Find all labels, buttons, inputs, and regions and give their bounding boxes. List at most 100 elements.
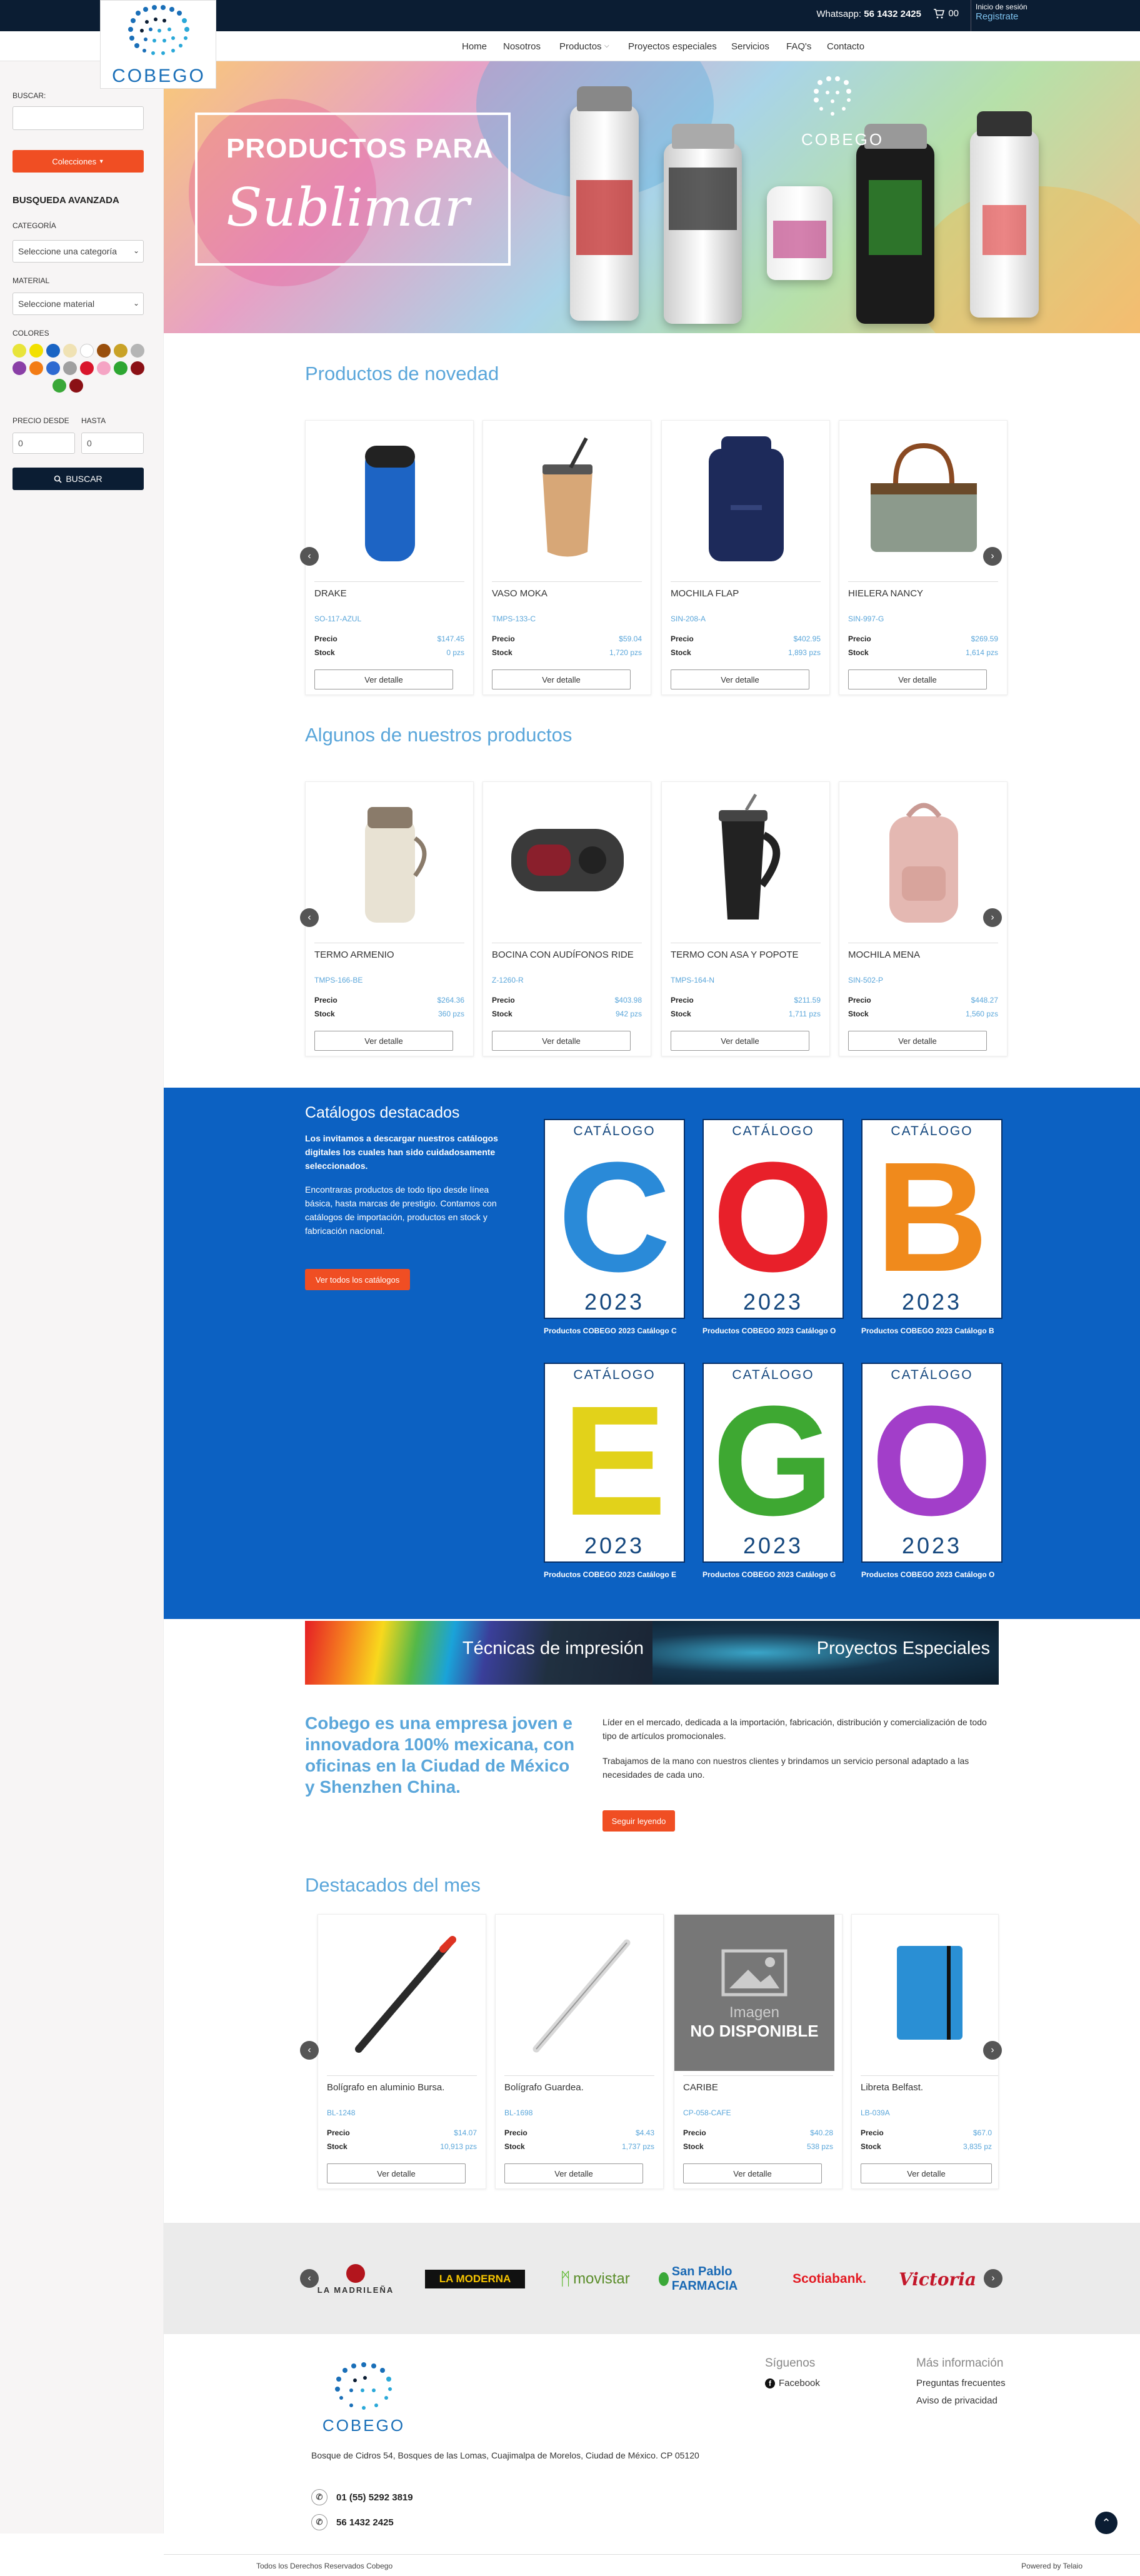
carousel-next-button[interactable]: › [983,2041,1002,2060]
color-swatch[interactable] [12,344,26,358]
footer-whatsapp[interactable]: ✆ 56 1432 2425 [311,2514,394,2530]
view-detail-button[interactable]: Ver detalle [504,2163,643,2183]
product-sku[interactable]: BL-1248 [327,2108,355,2117]
view-detail-button[interactable]: Ver detalle [327,2163,466,2183]
login-link[interactable]: Inicio de sesión [976,3,1028,12]
product-sku[interactable]: BL-1698 [504,2108,532,2117]
color-swatch[interactable] [131,361,144,375]
carousel-prev-button[interactable]: ‹ [300,2269,319,2288]
register-link[interactable]: Registrate [976,12,1028,21]
color-swatch[interactable] [114,361,128,375]
view-detail-button[interactable]: Ver detalle [671,1031,809,1051]
view-detail-button[interactable]: Ver detalle [492,1031,631,1051]
product-sku[interactable]: SIN-997-G [848,614,884,623]
powered-by-link[interactable]: Powered by Telaio [1021,2562,1082,2570]
search-button[interactable]: BUSCAR [12,468,144,490]
footer-phone[interactable]: ✆ 01 (55) 5292 3819 [311,2489,413,2505]
nav-servicios[interactable]: Servicios [731,41,769,52]
special-projects-banner[interactable]: Proyectos Especiales [652,1621,999,1685]
brand-logo-sanpablo[interactable]: San Pablo FARMACIA [659,2260,765,2298]
catalog-caption[interactable]: Productos COBEGO 2023 Catálogo O [702,1326,844,1335]
product-card[interactable]: MOCHILA FLAP SIN-208-A Precio $402.95 Sto… [661,420,830,695]
product-card[interactable]: Bolígrafo Guardea. BL-1698 Precio $4.43 S… [495,1914,664,2189]
material-select[interactable]: Seleccione material ⌄ [12,293,144,315]
nav-productos[interactable]: Productos [559,41,602,52]
product-sku[interactable]: SO-117-AZUL [314,614,361,623]
product-sku[interactable]: TMPS-164-N [671,976,714,985]
nav-nosotros[interactable]: Nosotros [503,41,541,52]
color-swatch[interactable] [29,361,43,375]
privacy-link[interactable]: Aviso de privacidad [916,2395,998,2406]
color-swatch[interactable] [63,361,77,375]
carousel-next-button[interactable]: › [984,2269,1002,2288]
color-swatch[interactable] [69,379,83,393]
catalog-cover[interactable]: CATÁLOGO O 2023 [861,1363,1002,1563]
product-card[interactable]: MOCHILA MENA SIN-502-P Precio $448.27 Sto… [839,781,1008,1056]
product-card[interactable]: TERMO ARMENIO TMPS-166-BE Precio $264.36 … [305,781,474,1056]
scroll-to-top-button[interactable]: ⌃ [1095,2512,1118,2534]
carousel-next-button[interactable]: › [983,908,1002,927]
catalog-cover[interactable]: CATÁLOGO C 2023 [544,1119,685,1319]
catalog-caption[interactable]: Productos COBEGO 2023 Catálogo C [544,1326,685,1335]
product-card[interactable]: TERMO CON ASA Y POPOTE TMPS-164-N Precio… [661,781,830,1056]
view-detail-button[interactable]: Ver detalle [314,669,453,689]
view-detail-button[interactable]: Ver detalle [671,669,809,689]
price-to-input[interactable]: 0 [81,433,144,454]
read-more-button[interactable]: Seguir leyendo [602,1810,675,1832]
brand-logo-moderna[interactable]: LA MODERNA [425,2270,525,2288]
catalog-cover[interactable]: CATÁLOGO B 2023 [861,1119,1002,1319]
view-detail-button[interactable]: Ver detalle [848,669,987,689]
color-swatch[interactable] [12,361,26,375]
brand-logo-madrilena[interactable]: LA MADRILEÑA [309,2260,402,2298]
product-card[interactable]: Libreta Belfast. LB-039A Precio $67.0 Sto… [851,1914,999,2189]
search-input[interactable] [12,106,144,130]
view-detail-button[interactable]: Ver detalle [683,2163,822,2183]
printing-techniques-banner[interactable]: Técnicas de impresión [305,1621,652,1685]
cart-button[interactable]: 00 [933,8,959,19]
price-from-input[interactable]: 0 [12,433,75,454]
product-card[interactable]: HIELERA NANCY SIN-997-G Precio $269.59 St… [839,420,1008,695]
catalog-caption[interactable]: Productos COBEGO 2023 Catálogo E [544,1570,685,1579]
color-swatch[interactable] [131,344,144,358]
product-sku[interactable]: LB-039A [861,2108,890,2117]
catalog-cover[interactable]: CATÁLOGO G 2023 [702,1363,844,1563]
product-card[interactable]: Bolígrafo en aluminio Bursa. BL-1248 Pre… [318,1914,486,2189]
color-swatch[interactable] [29,344,43,358]
facebook-link[interactable]: f Facebook [765,2378,820,2388]
catalog-caption[interactable]: Productos COBEGO 2023 Catálogo G [702,1570,844,1579]
color-swatch[interactable] [97,344,111,358]
view-all-catalogs-button[interactable]: Ver todos los catálogos [305,1269,410,1290]
product-card[interactable]: Imagen NO DISPONIBLE CARIBE CP-058-CAFE … [674,1914,842,2189]
view-detail-button[interactable]: Ver detalle [314,1031,453,1051]
catalog-cover[interactable]: CATÁLOGO E 2023 [544,1363,685,1563]
carousel-prev-button[interactable]: ‹ [300,547,319,566]
color-swatch[interactable] [114,344,128,358]
product-card[interactable]: BOCINA CON AUDÍFONOS RIDE Z-1260-R Preci… [482,781,651,1056]
nav-contacto[interactable]: Contacto [827,41,864,52]
color-swatch[interactable] [97,361,111,375]
product-sku[interactable]: SIN-208-A [671,614,706,623]
view-detail-button[interactable]: Ver detalle [848,1031,987,1051]
footer-logo[interactable]: COBEGO [320,2359,408,2437]
nav-proyectos-especiales[interactable]: Proyectos especiales [628,41,717,52]
product-sku[interactable]: TMPS-166-BE [314,976,362,985]
brand-logo-victoria[interactable]: Victoria [894,2260,981,2298]
product-card[interactable]: VASO MOKA TMPS-133-C Precio $59.04 Stock 1… [482,420,651,695]
view-detail-button[interactable]: Ver detalle [492,669,631,689]
color-swatch[interactable] [46,344,60,358]
color-swatch[interactable] [63,344,77,358]
color-swatch[interactable] [80,344,94,358]
product-sku[interactable]: Z-1260-R [492,976,524,985]
collections-button[interactable]: Colecciones ▼ [12,150,144,173]
catalog-caption[interactable]: Productos COBEGO 2023 Catálogo O [861,1570,1002,1579]
brand-logo-scotiabank[interactable]: Scotiabank. [782,2260,876,2298]
whatsapp-info[interactable]: Whatsapp: 56 1432 2425 [816,9,921,19]
color-swatch[interactable] [80,361,94,375]
catalog-cover[interactable]: CATÁLOGO O 2023 [702,1119,844,1319]
product-sku[interactable]: CP-058-CAFE [683,2108,731,2117]
account-menu[interactable]: Inicio de sesión Registrate [976,3,1028,21]
nav-home[interactable]: Home [462,41,487,52]
carousel-prev-button[interactable]: ‹ [300,2041,319,2060]
hero-banner[interactable]: PRODUCTOS PARA Sublimar COBEGO [164,61,1140,333]
faq-link[interactable]: Preguntas frecuentes [916,2378,1006,2388]
